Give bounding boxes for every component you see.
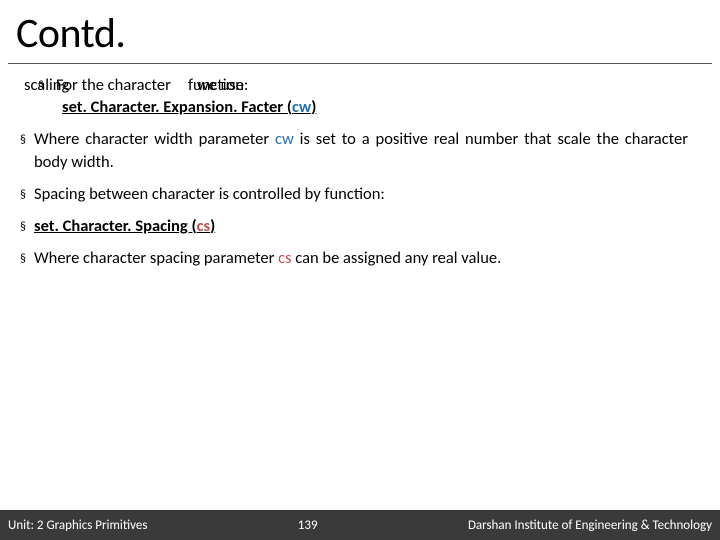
slide: Contd. scaling § For the character funct… (0, 0, 720, 540)
title-rule (8, 63, 712, 64)
footer: Unit: 2 Graphics Primitives 139 Darshan … (0, 510, 720, 540)
slide-title: Contd. (0, 0, 720, 63)
bullet-marker: § (12, 215, 34, 237)
bullet-marker: § (12, 247, 34, 269)
bullet-marker: § (38, 78, 44, 94)
bullet-1: scaling § For the character function: we… (12, 74, 688, 96)
param-cw: cw (275, 129, 294, 149)
bullet-5: § Where character spacing parameter cs c… (12, 247, 688, 269)
overlap-text-d: we use (197, 74, 244, 96)
param-cs: cs (278, 248, 291, 268)
overlap-text-b: For the character (56, 74, 171, 96)
footer-left: Unit: 2 Graphics Primitives (0, 518, 147, 533)
bullet-2-text: Where character width parameter cw is se… (34, 128, 688, 173)
bullet-marker: § (12, 183, 34, 205)
fn2-name: set. Character. Spacing ( (34, 216, 197, 236)
bullet-4: § set. Character. Spacing (cs) (12, 215, 688, 237)
footer-right: Darshan Institute of Engineering & Techn… (468, 518, 720, 533)
fn2-close: ) (210, 216, 215, 236)
footer-page-number: 139 (147, 518, 467, 533)
fn1-close: ) (311, 97, 316, 117)
fn2-param: cs (197, 216, 211, 236)
function-2: set. Character. Spacing (cs) (34, 215, 688, 237)
bullet-marker: § (12, 128, 34, 173)
bullet-2: § Where character width parameter cw is … (12, 128, 688, 173)
slide-content: scaling § For the character function: we… (0, 74, 720, 540)
bullet-3-text: Spacing between character is controlled … (34, 183, 688, 205)
function-1: set. Character. Expansion. Facter (cw) (62, 96, 688, 118)
bullet-3: § Spacing between character is controlle… (12, 183, 688, 205)
bullet-5-text: Where character spacing parameter cs can… (34, 247, 688, 269)
fn1-param: cw (292, 97, 311, 117)
fn1-name: set. Character. Expansion. Facter ( (62, 97, 292, 117)
